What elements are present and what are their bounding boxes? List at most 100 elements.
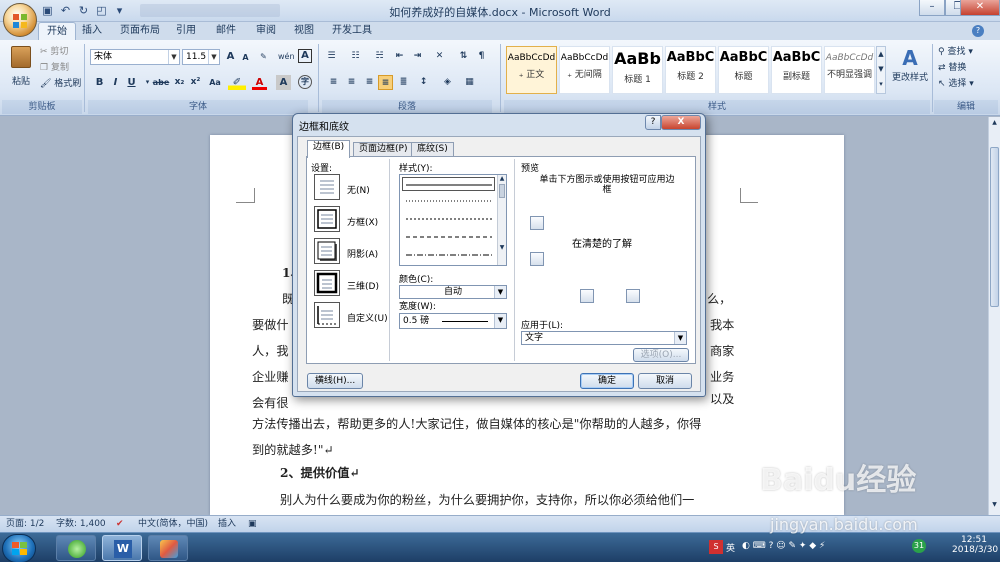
- shading-icon[interactable]: ◈: [440, 75, 455, 90]
- options-button[interactable]: 选项(O)...: [633, 348, 689, 362]
- setting-box-label[interactable]: 方框(X): [347, 215, 378, 228]
- superscript-button[interactable]: x²: [188, 75, 203, 90]
- apply-to-select[interactable]: 文字 ▼: [521, 331, 687, 345]
- align-left-icon[interactable]: ≡: [326, 75, 341, 90]
- cut-button[interactable]: ✂ 剪切: [40, 44, 68, 57]
- justify-icon[interactable]: ≡: [378, 75, 393, 90]
- change-case-button[interactable]: Aa: [206, 75, 224, 90]
- save-icon[interactable]: ▣: [40, 3, 55, 18]
- replace-button[interactable]: ⇄ 替换: [938, 60, 966, 73]
- style-title[interactable]: AaBbC 标题: [718, 46, 769, 94]
- bullets-icon[interactable]: ☰: [324, 49, 339, 64]
- horizontal-line-button[interactable]: 横线(H)...: [307, 373, 363, 389]
- find-button[interactable]: ⚲ 查找 ▾: [938, 44, 973, 57]
- proofing-icon[interactable]: ✔: [116, 516, 124, 532]
- setting-3d-label[interactable]: 三维(D): [347, 279, 379, 292]
- align-center-icon[interactable]: ≡: [344, 75, 359, 90]
- setting-shadow-icon[interactable]: [314, 238, 340, 264]
- scroll-thumb[interactable]: [990, 147, 999, 307]
- close-window-button[interactable]: ✕: [960, 0, 1000, 16]
- vertical-scrollbar[interactable]: ▲ ▼: [988, 117, 1000, 515]
- style-no-spacing[interactable]: AaBbCcDd ₊ 无间隔: [559, 46, 610, 94]
- styles-scroll[interactable]: ▲ ▼ ▾: [876, 46, 886, 94]
- setting-custom-label[interactable]: 自定义(U): [347, 311, 388, 324]
- style-list-scrollbar[interactable]: ▲ ▼: [497, 175, 506, 265]
- tab-developer[interactable]: 开发工具: [324, 22, 380, 40]
- line-style-list[interactable]: ▲ ▼: [399, 174, 507, 266]
- ime-mode[interactable]: 英: [726, 541, 735, 554]
- copy-button[interactable]: ❐ 复制: [40, 60, 69, 73]
- format-painter-button[interactable]: 🖌 格式刷: [40, 76, 81, 89]
- help-icon[interactable]: ?: [972, 25, 984, 37]
- distributed-icon[interactable]: ≣: [396, 75, 411, 90]
- tab-home[interactable]: 开始: [38, 22, 76, 40]
- setting-custom-icon[interactable]: [314, 302, 340, 328]
- setting-none-icon[interactable]: [314, 174, 340, 200]
- dialog-help-button[interactable]: ?: [645, 115, 661, 130]
- redo-icon[interactable]: ↻: [76, 3, 91, 18]
- style-normal[interactable]: AaBbCcDd ₊ 正文: [506, 46, 557, 94]
- line-spacing-icon[interactable]: ↕: [416, 75, 431, 90]
- paste-button[interactable]: 粘贴: [6, 46, 36, 92]
- tab-insert[interactable]: 插入: [74, 22, 110, 40]
- bottom-border-button[interactable]: [530, 252, 544, 266]
- scroll-down-icon[interactable]: ▼: [498, 244, 506, 251]
- scroll-up-icon[interactable]: ▲: [498, 175, 506, 182]
- style-heading-2[interactable]: AaBbC 标题 2: [665, 46, 716, 94]
- taskbar-app-button[interactable]: [56, 535, 96, 561]
- tab-shading[interactable]: 底纹(S): [411, 142, 454, 157]
- font-size-combo[interactable]: 11.5 ▼: [182, 49, 220, 65]
- increase-indent-icon[interactable]: ⇥: [410, 49, 425, 64]
- minimize-button[interactable]: –: [919, 0, 945, 16]
- clock[interactable]: 12:51 2018/3/30: [952, 535, 998, 555]
- subscript-button[interactable]: x₂: [172, 75, 187, 90]
- tab-page-layout[interactable]: 页面布局: [112, 22, 168, 40]
- strikethrough-button[interactable]: abe: [152, 75, 170, 90]
- start-button[interactable]: [2, 534, 36, 562]
- setting-3d-icon[interactable]: [314, 270, 340, 296]
- dialog-close-button[interactable]: X: [661, 115, 701, 130]
- char-border-button[interactable]: A: [298, 49, 312, 63]
- print-preview-icon[interactable]: ◰: [94, 3, 109, 18]
- left-border-button[interactable]: [580, 289, 594, 303]
- numbering-icon[interactable]: ☷: [348, 49, 363, 64]
- setting-box-icon[interactable]: [314, 206, 340, 232]
- quick-access-menu-icon[interactable]: ▾: [112, 3, 127, 18]
- insert-mode[interactable]: 插入: [218, 516, 236, 532]
- right-border-button[interactable]: [626, 289, 640, 303]
- italic-button[interactable]: I: [108, 75, 123, 90]
- tab-references[interactable]: 引用: [168, 22, 204, 40]
- show-marks-icon[interactable]: ¶: [474, 49, 489, 64]
- change-styles-button[interactable]: A 更改样式: [890, 46, 930, 96]
- taskbar-paint-button[interactable]: [148, 535, 188, 561]
- bold-button[interactable]: B: [92, 75, 107, 90]
- word-count[interactable]: 字数: 1,400: [56, 516, 106, 532]
- ime-icon[interactable]: S: [709, 540, 723, 554]
- page-count[interactable]: 页面: 1/2: [6, 516, 44, 532]
- macro-icon[interactable]: ▣: [248, 516, 257, 532]
- tab-page-borders[interactable]: 页面边框(P): [353, 142, 414, 157]
- align-right-icon[interactable]: ≡: [362, 75, 377, 90]
- scroll-up-icon[interactable]: ▲: [990, 119, 999, 129]
- select-button[interactable]: ↖ 选择 ▾: [938, 76, 974, 89]
- borders-icon[interactable]: ▦: [462, 75, 477, 90]
- shrink-font-button[interactable]: A: [238, 50, 253, 65]
- style-heading-1[interactable]: AaBb 标题 1: [612, 46, 663, 94]
- undo-icon[interactable]: ↶: [58, 3, 73, 18]
- char-shading-button[interactable]: A: [276, 75, 291, 90]
- clear-format-button[interactable]: ✎: [256, 49, 271, 64]
- tray-icons[interactable]: ◐ ⌨ ? ☺ ✎ ✦ ◆ ⚡: [742, 541, 825, 551]
- setting-shadow-label[interactable]: 阴影(A): [347, 247, 378, 260]
- phonetic-guide-button[interactable]: wén: [278, 49, 295, 64]
- tab-borders[interactable]: 边框(B): [307, 140, 351, 158]
- multilevel-list-icon[interactable]: ☵: [372, 49, 387, 64]
- language-indicator[interactable]: 中文(简体，中国): [138, 516, 208, 532]
- color-select[interactable]: 自动 ▼: [399, 285, 507, 299]
- tab-mailings[interactable]: 邮件: [208, 22, 244, 40]
- tab-review[interactable]: 审阅: [248, 22, 284, 40]
- style-subtle-emphasis[interactable]: AaBbCcDd 不明显强调: [824, 46, 875, 94]
- font-name-combo[interactable]: 宋体 ▼: [90, 49, 180, 65]
- setting-none-label[interactable]: 无(N): [347, 183, 370, 196]
- decrease-indent-icon[interactable]: ⇤: [392, 49, 407, 64]
- style-subtitle[interactable]: AaBbC 副标题: [771, 46, 822, 94]
